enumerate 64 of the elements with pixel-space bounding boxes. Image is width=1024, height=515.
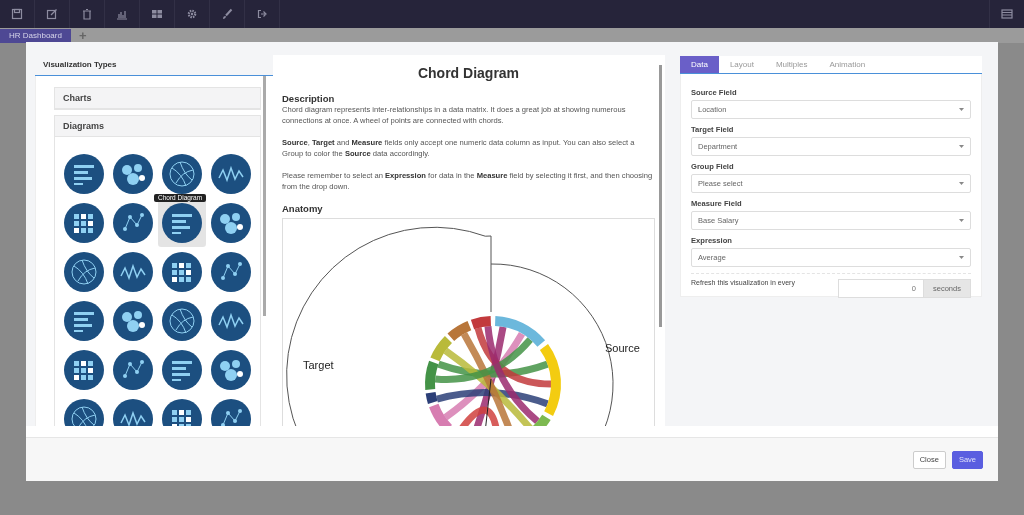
diagram-type-icon: [211, 252, 251, 292]
diagram-type-icon: [211, 301, 251, 341]
chart-type-tile[interactable]: [113, 154, 153, 194]
diagram-title: Chord Diagram: [416, 65, 521, 81]
scrollbar[interactable]: [263, 76, 266, 316]
tab[interactable]: Data: [680, 56, 719, 73]
diagram-type-icon: [162, 252, 202, 292]
edit-icon[interactable]: [46, 8, 58, 20]
panel-icon[interactable]: [1001, 8, 1013, 20]
chart-type-tile[interactable]: [113, 350, 153, 390]
diagram-type-icon: [113, 301, 153, 341]
diagram-type-icon: [64, 350, 104, 390]
section-heading: Description: [282, 93, 336, 104]
diagram-type-icon: [162, 203, 202, 243]
caret-icon: [959, 256, 964, 259]
exit-icon[interactable]: [256, 8, 268, 20]
settings-icon[interactable]: [186, 8, 198, 20]
diagram-type-icon: [211, 350, 251, 390]
diagram-type-icon: [64, 203, 104, 243]
chart-type-tile[interactable]: [211, 154, 251, 194]
diagram-type-icon: [64, 154, 104, 194]
section-heading: Anatomy: [282, 203, 324, 214]
trash-icon[interactable]: [81, 8, 93, 20]
chart-type-tile[interactable]: [211, 252, 251, 292]
chart-type-tile[interactable]: [113, 252, 153, 292]
diagram-type-icon: [113, 252, 153, 292]
axis-label: Target: [303, 359, 334, 371]
chart-type-tile[interactable]: [162, 301, 202, 341]
chart-type-tile[interactable]: [113, 301, 153, 341]
diagram-type-icon: [113, 203, 153, 243]
chart-type-tile[interactable]: [64, 252, 104, 292]
diagram-type-icon: [162, 154, 202, 194]
dashboard-tab[interactable]: HR Dashboard: [0, 29, 71, 43]
chart-type-tile[interactable]: [211, 350, 251, 390]
caret-icon: [959, 219, 964, 222]
accordion-header[interactable]: Charts: [55, 88, 260, 109]
scrollbar[interactable]: [659, 65, 662, 327]
caret-icon: [959, 108, 964, 111]
diagram-type-icon: [211, 154, 251, 194]
chart-type-tile[interactable]: [211, 301, 251, 341]
chart-type-tile[interactable]: [64, 301, 104, 341]
diagram-type-icon: [211, 203, 251, 243]
caret-icon: [959, 182, 964, 185]
diagram-type-icon: [162, 301, 202, 341]
chart-type-tile[interactable]: [162, 154, 202, 194]
accordion-header[interactable]: Diagrams: [55, 116, 260, 137]
save-icon[interactable]: [11, 8, 23, 20]
diagram-type-icon: [162, 350, 202, 390]
chart-type-tile[interactable]: [64, 154, 104, 194]
caret-icon: [959, 145, 964, 148]
diagram-type-icon: [113, 350, 153, 390]
chart-type-tile[interactable]: [113, 203, 153, 243]
chart-type-tile[interactable]: [64, 350, 104, 390]
diagram-type-icon: [64, 301, 104, 341]
brush-icon[interactable]: [221, 8, 233, 20]
diagram-type-icon: [64, 252, 104, 292]
grid-icon[interactable]: [151, 8, 163, 20]
diagram-type-icon: [113, 154, 153, 194]
chart-type-tile[interactable]: [162, 252, 202, 292]
bar-chart-icon[interactable]: [116, 8, 128, 20]
axis-label: Source: [605, 342, 640, 354]
chart-type-tile[interactable]: [211, 203, 251, 243]
chart-type-tile[interactable]: [64, 203, 104, 243]
chart-type-tile[interactable]: [162, 350, 202, 390]
